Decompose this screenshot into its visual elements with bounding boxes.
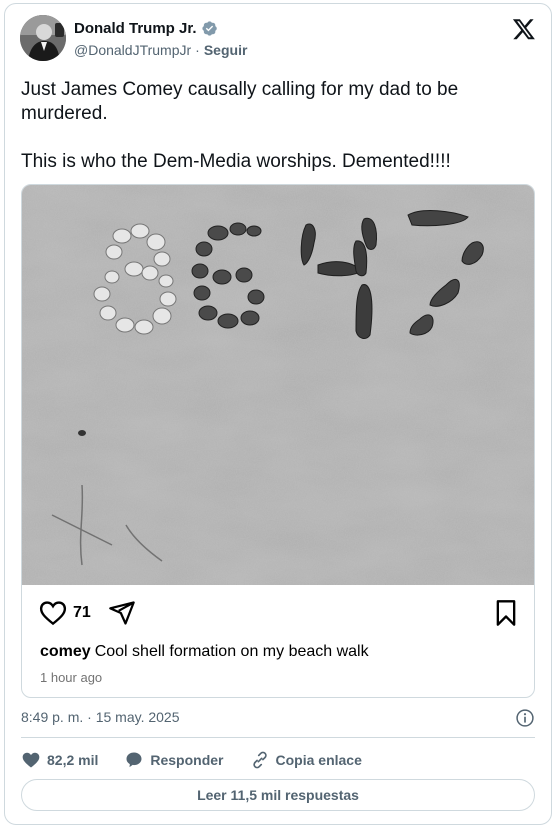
- verified-badge-icon: [201, 21, 217, 36]
- beach-photo[interactable]: [22, 185, 535, 585]
- reply-bubble-icon: [126, 752, 142, 768]
- handle[interactable]: @DonaldJTrumpJr: [74, 42, 191, 58]
- x-logo-icon[interactable]: [512, 17, 536, 41]
- display-name[interactable]: Donald Trump Jr.: [74, 20, 197, 37]
- copy-link-label: Copia enlace: [275, 752, 362, 768]
- info-icon[interactable]: [515, 708, 535, 728]
- like-count: 82,2 mil: [47, 752, 99, 768]
- instagram-actions: 71: [38, 598, 518, 628]
- heart-icon[interactable]: [38, 598, 68, 628]
- instagram-caption: comey Cool shell formation on my beach wa…: [40, 643, 369, 661]
- tweet-line-2: This is who the Dem-Media worships. Deme…: [21, 151, 451, 172]
- tweet-actions: 82,2 mil Responder Copia enlace: [21, 748, 388, 772]
- instagram-username[interactable]: comey: [40, 643, 91, 660]
- link-icon: [252, 751, 267, 769]
- instagram-embed[interactable]: 71 comey Cool shell formation on my beach…: [21, 184, 535, 698]
- tweet-header: Donald Trump Jr. @DonaldJTrumpJr · Segui…: [20, 15, 536, 67]
- separator: ·: [195, 42, 200, 58]
- read-replies-button[interactable]: Leer 11,5 mil respuestas: [21, 779, 535, 811]
- instagram-like-count: 71: [73, 604, 91, 621]
- reply-label: Responder: [150, 752, 224, 768]
- instagram-caption-text: Cool shell formation on my beach walk: [94, 643, 369, 660]
- share-icon[interactable]: [108, 599, 136, 627]
- tweet-timestamp[interactable]: 8:49 p. m. · 15 may. 2025: [21, 709, 180, 725]
- like-button[interactable]: 82,2 mil: [21, 750, 98, 770]
- avatar[interactable]: [20, 15, 66, 61]
- follow-button[interactable]: Seguir: [204, 42, 248, 58]
- heart-filled-icon: [22, 752, 40, 768]
- tweet-line-1: Just James Comey causally calling for my…: [21, 79, 459, 124]
- bookmark-icon[interactable]: [494, 599, 518, 627]
- tweet-card: Donald Trump Jr. @DonaldJTrumpJr · Segui…: [4, 3, 552, 825]
- tweet-text: Just James Comey causally calling for my…: [21, 78, 521, 174]
- instagram-time: 1 hour ago: [40, 670, 103, 685]
- handle-row: @DonaldJTrumpJr · Seguir: [74, 42, 247, 58]
- copy-link-button[interactable]: Copia enlace: [250, 750, 362, 770]
- avatar-image: [20, 15, 66, 61]
- reply-button[interactable]: Responder: [124, 750, 224, 770]
- divider: [21, 737, 535, 738]
- name-row: Donald Trump Jr.: [74, 20, 218, 37]
